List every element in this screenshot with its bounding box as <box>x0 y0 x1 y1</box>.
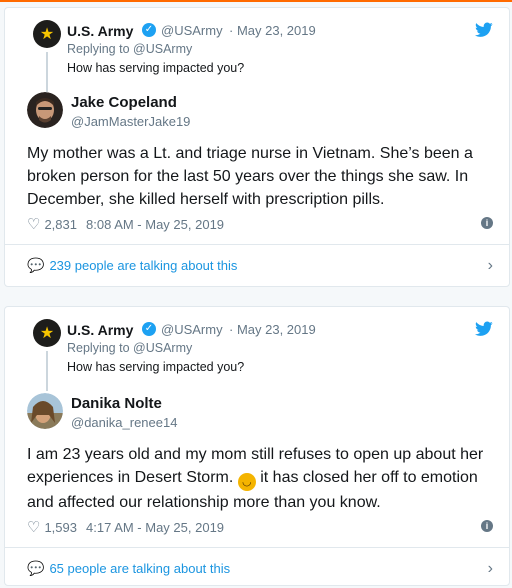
parent-text: How has serving impacted you? <box>67 61 245 75</box>
army-avatar[interactable]: ★ <box>33 20 61 48</box>
thread-line <box>46 351 48 391</box>
verified-icon: ✓ <box>142 322 156 336</box>
divider <box>5 244 509 245</box>
info-icon[interactable]: i <box>481 217 493 229</box>
tweet-time[interactable]: 4:17 AM - May 25, 2019 <box>86 520 224 535</box>
parent-author-name[interactable]: U.S. Army <box>67 23 133 39</box>
talking-text[interactable]: 239 people are talking about this <box>49 258 237 273</box>
thread-line <box>46 52 48 92</box>
like-count[interactable]: 1,593 <box>44 520 77 535</box>
army-avatar[interactable]: ★ <box>33 319 61 347</box>
like-count[interactable]: 2,831 <box>44 217 77 232</box>
parent-tweet[interactable]: ★ U.S. Army ✓ @USArmy · May 23, 2019 Rep… <box>33 319 493 391</box>
upside-down-face-icon: ◡ <box>237 473 256 491</box>
replying-to[interactable]: Replying to @USArmy <box>67 42 192 56</box>
top-accent-bar <box>0 0 512 2</box>
jake-avatar[interactable] <box>27 92 63 128</box>
info-icon[interactable]: i <box>481 520 493 532</box>
parent-date[interactable]: · May 23, 2019 <box>229 23 316 38</box>
talking-link[interactable]: 💬 239 people are talking about this › <box>27 257 493 274</box>
speech-bubble-icon: 💬 <box>27 257 45 273</box>
parent-author-name[interactable]: U.S. Army <box>67 322 133 338</box>
tweet-card-1: ★ U.S. Army ✓ @USArmy · May 23, 2019 Rep… <box>4 7 510 287</box>
author-handle[interactable]: @danika_renee14 <box>71 415 177 430</box>
replying-to[interactable]: Replying to @USArmy <box>67 341 192 355</box>
author-name[interactable]: Jake Copeland <box>71 94 177 111</box>
heart-icon[interactable]: ♡ <box>27 215 40 233</box>
parent-tweet[interactable]: ★ U.S. Army ✓ @USArmy · May 23, 2019 Rep… <box>33 20 493 92</box>
main-tweet[interactable]: Jake Copeland @JamMasterJake19 My mother… <box>27 92 493 222</box>
tweet-text: I am 23 years old and my mom still refus… <box>27 443 497 514</box>
chevron-right-icon[interactable]: › <box>488 257 493 275</box>
author-handle[interactable]: @JamMasterJake19 <box>71 114 190 129</box>
parent-text: How has serving impacted you? <box>67 360 245 374</box>
chevron-right-icon[interactable]: › <box>488 560 493 578</box>
danika-avatar[interactable] <box>27 393 63 429</box>
verified-icon: ✓ <box>142 23 156 37</box>
heart-icon[interactable]: ♡ <box>27 518 40 536</box>
parent-author-handle[interactable]: @USArmy <box>161 23 223 38</box>
tweet-text: My mother was a Lt. and triage nurse in … <box>27 145 473 208</box>
main-tweet[interactable]: Danika Nolte @danika_renee14 I am 23 yea… <box>27 393 493 523</box>
twitter-bird-icon[interactable] <box>475 22 493 38</box>
tweet-card-2: ★ U.S. Army ✓ @USArmy · May 23, 2019 Rep… <box>4 306 510 586</box>
tweet-meta: ♡ 2,831 8:08 AM - May 25, 2019 <box>27 215 224 233</box>
divider <box>5 547 509 548</box>
speech-bubble-icon: 💬 <box>27 560 45 576</box>
parent-date[interactable]: · May 23, 2019 <box>229 322 316 337</box>
talking-link[interactable]: 💬 65 people are talking about this › <box>27 560 493 577</box>
tweet-time[interactable]: 8:08 AM - May 25, 2019 <box>86 217 224 232</box>
twitter-bird-icon[interactable] <box>475 321 493 337</box>
talking-text[interactable]: 65 people are talking about this <box>49 561 230 576</box>
author-name[interactable]: Danika Nolte <box>71 395 162 412</box>
parent-author-handle[interactable]: @USArmy <box>161 322 223 337</box>
tweet-meta: ♡ 1,593 4:17 AM - May 25, 2019 <box>27 518 224 536</box>
